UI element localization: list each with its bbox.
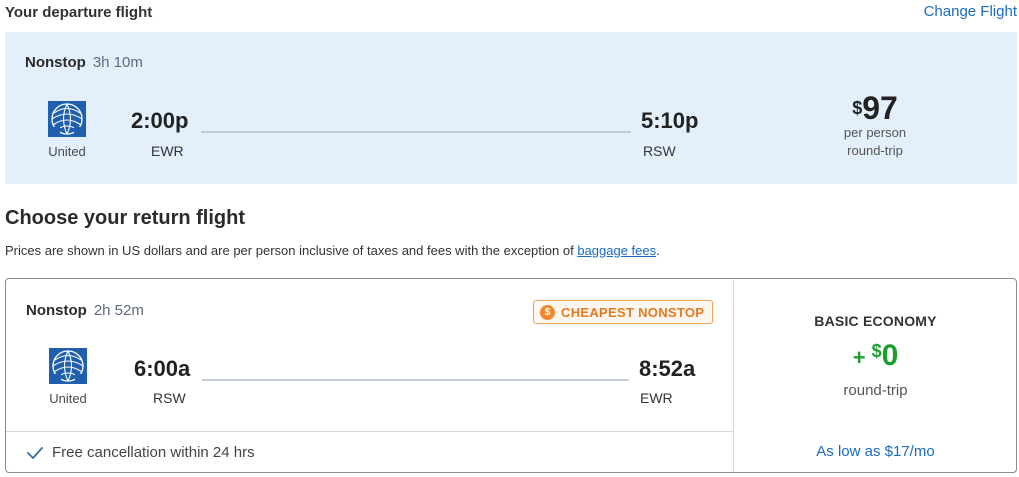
departure-route-line <box>201 131 631 133</box>
departure-price-note-1: per person <box>843 125 907 140</box>
fare-value: 0 <box>881 339 899 372</box>
departure-header: Your departure flight Change Flight <box>5 3 1017 23</box>
united-globe-icon <box>49 348 87 384</box>
free-cancellation-note: Free cancellation within 24 hrs <box>26 444 255 461</box>
return-stops-info: Nonstop 2h 52m <box>26 302 144 319</box>
departure-price-symbol: $ <box>852 98 863 118</box>
financing-link[interactable]: As low as $17/mo <box>734 443 1017 460</box>
fare-class: BASIC ECONOMY <box>814 313 937 329</box>
departure-price-value: 97 <box>862 90 898 126</box>
cheapest-nonstop-badge: $ CHEAPEST NONSTOP <box>533 300 714 324</box>
fare-symbol: $ <box>871 341 882 361</box>
change-flight-link[interactable]: Change Flight <box>924 3 1017 20</box>
return-arrive-code: EWR <box>640 390 673 406</box>
departure-flight-card: Nonstop 3h 10m United 2:00p EWR 5:10p RSW… <box>5 32 1017 184</box>
return-flight-card[interactable]: Nonstop 2h 52m $ CHEAPEST NONSTOP United … <box>5 278 1017 473</box>
fare-price: + $0 <box>734 339 1017 373</box>
departure-depart-code: EWR <box>151 143 184 159</box>
departure-heading: Your departure flight <box>5 4 153 21</box>
departure-airline: United <box>37 101 97 159</box>
dollar-coin-icon: $ <box>540 304 555 320</box>
departure-arrive-time: 5:10p <box>641 108 699 133</box>
disclaimer-text: Prices are shown in US dollars and are p… <box>5 243 578 258</box>
checkmark-icon <box>27 446 43 459</box>
free-cancellation-text: Free cancellation within 24 hrs <box>52 444 255 461</box>
return-arrive-time: 8:52a <box>639 356 696 381</box>
return-heading: Choose your return flight <box>5 207 245 229</box>
united-globe-icon <box>48 101 86 137</box>
badge-label: CHEAPEST NONSTOP <box>561 304 705 320</box>
return-stops: Nonstop <box>26 302 87 319</box>
departure-duration: 3h 10m <box>92 54 143 71</box>
departure-depart-time: 2:00p <box>131 108 189 133</box>
departure-stops: Nonstop <box>25 54 86 71</box>
departure-price: $97 per person round-trip <box>825 92 925 160</box>
price-disclaimer: Prices are shown in US dollars and are p… <box>5 243 660 258</box>
fare-option-basic-economy[interactable]: BASIC ECONOMY + $0 round-trip As low as $… <box>734 279 1017 472</box>
return-flight-details: Nonstop 2h 52m $ CHEAPEST NONSTOP United … <box>6 279 734 432</box>
baggage-fees-link[interactable]: baggage fees <box>577 243 656 258</box>
departure-arrive-code: RSW <box>643 143 676 159</box>
return-route-line <box>202 379 629 381</box>
return-depart-code: RSW <box>153 390 186 406</box>
departure-stops-info: Nonstop 3h 10m <box>25 54 143 71</box>
return-duration: 2h 52m <box>93 302 144 319</box>
card-divider-horizontal <box>6 431 733 432</box>
return-airline: United <box>38 348 98 406</box>
departure-price-amount: $97 <box>825 92 925 124</box>
fare-plus: + <box>852 345 866 370</box>
departure-airline-name: United <box>48 144 86 159</box>
disclaimer-end: . <box>656 243 660 258</box>
departure-price-note-2: round-trip <box>847 143 903 158</box>
return-airline-name: United <box>49 391 87 406</box>
fare-note: round-trip <box>843 382 908 399</box>
return-depart-time: 6:00a <box>134 356 191 381</box>
